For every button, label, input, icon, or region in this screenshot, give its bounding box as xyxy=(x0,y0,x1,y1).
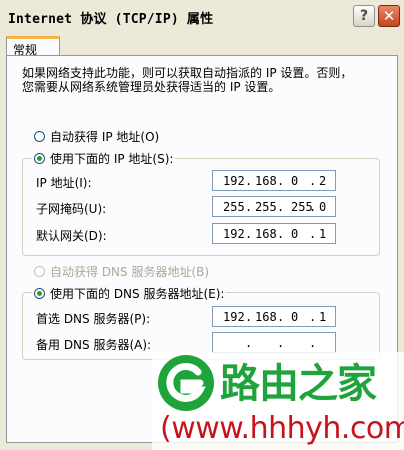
window-title: Internet 协议 (TCP/IP) 属性 xyxy=(8,12,214,27)
default-gateway-input[interactable]: 192 . 168 . 0 . 1 xyxy=(212,223,336,244)
tab-general[interactable]: 常规 xyxy=(6,36,60,57)
preferred-dns-label: 首选 DNS 服务器(P): xyxy=(36,312,151,326)
close-button[interactable]: ✕ xyxy=(378,5,400,27)
preferred-dns-input[interactable]: 192 . 168 . 0 . 1 xyxy=(212,306,336,327)
ip-address-input[interactable]: 192 . 168 . 0 . 2 xyxy=(212,170,336,191)
octet: 0 xyxy=(319,200,327,214)
radio-auto-ip[interactable]: 自动获得 IP 地址(O) xyxy=(34,128,159,145)
dot: . xyxy=(277,336,285,350)
dot: . xyxy=(277,310,285,324)
octet: 255 xyxy=(255,200,277,214)
octet: 192 xyxy=(223,227,245,241)
radio-auto-dns-icon xyxy=(34,266,45,277)
radio-auto-dns-label: 自动获得 DNS 服务器地址(B) xyxy=(50,265,210,279)
radio-manual-dns-icon xyxy=(34,288,45,299)
octet: 1 xyxy=(319,227,327,241)
subnet-mask-input[interactable]: 255 . 255 . 255 . 0 xyxy=(212,196,336,217)
help-icon: ? xyxy=(359,8,369,24)
octet: 192 xyxy=(223,310,245,324)
radio-manual-ip-icon xyxy=(34,153,45,164)
octet: 0 xyxy=(291,310,299,324)
dot: . xyxy=(245,227,253,241)
ip-address-label: IP 地址(I): xyxy=(36,176,92,190)
radio-auto-ip-label: 自动获得 IP 地址(O) xyxy=(50,130,160,144)
radio-manual-ip-label: 使用下面的 IP 地址(S): xyxy=(50,152,174,166)
dot: . xyxy=(277,200,285,214)
dot: . xyxy=(245,200,253,214)
title-bar: Internet 协议 (TCP/IP) 属性 ? ✕ xyxy=(0,0,404,34)
dot: . xyxy=(309,200,317,214)
octet: 192 xyxy=(223,174,245,188)
octet: 255 xyxy=(223,200,245,214)
octet: 2 xyxy=(319,174,327,188)
help-button[interactable]: ? xyxy=(353,5,375,27)
alternate-dns-label: 备用 DNS 服务器(A): xyxy=(36,338,152,352)
dot: . xyxy=(245,336,253,350)
dot: . xyxy=(245,174,253,188)
watermark-logo-icon xyxy=(158,355,214,411)
radio-auto-dns: 自动获得 DNS 服务器地址(B) xyxy=(34,263,209,280)
watermark-name: 路由之家 xyxy=(220,361,377,407)
octet: 0 xyxy=(291,227,299,241)
dot: . xyxy=(309,227,317,241)
radio-manual-dns[interactable]: 使用下面的 DNS 服务器地址(E): xyxy=(32,285,227,302)
radio-auto-ip-icon xyxy=(34,131,45,142)
octet: 0 xyxy=(291,174,299,188)
dot: . xyxy=(277,174,285,188)
octet: 168 xyxy=(255,174,277,188)
dot: . xyxy=(309,174,317,188)
close-icon: ✕ xyxy=(382,7,396,25)
description-text: 如果网络支持此功能，则可以获取自动指派的 IP 设置。否则， 您需要从网络系统管… xyxy=(22,66,392,94)
dot: . xyxy=(309,310,317,324)
radio-manual-dns-label: 使用下面的 DNS 服务器地址(E): xyxy=(50,287,225,301)
dot: . xyxy=(277,227,285,241)
dot: . xyxy=(245,310,253,324)
description-line-2: 您需要从网络系统管理员处获得适当的 IP 设置。 xyxy=(22,80,281,94)
octet: 1 xyxy=(319,310,327,324)
dot: . xyxy=(309,336,317,350)
octet: 168 xyxy=(255,310,277,324)
default-gateway-label: 默认网关(D): xyxy=(36,229,107,243)
tab-strip: 常规 xyxy=(0,34,404,57)
alternate-dns-input[interactable]: . . . xyxy=(212,332,336,353)
watermark-url: (www.hhhyh.com) xyxy=(160,411,404,446)
subnet-mask-label: 子网掩码(U): xyxy=(36,202,107,216)
octet: 168 xyxy=(255,227,277,241)
radio-manual-ip[interactable]: 使用下面的 IP 地址(S): xyxy=(32,150,176,167)
description-line-1: 如果网络支持此功能，则可以获取自动指派的 IP 设置。否则， xyxy=(22,66,353,80)
